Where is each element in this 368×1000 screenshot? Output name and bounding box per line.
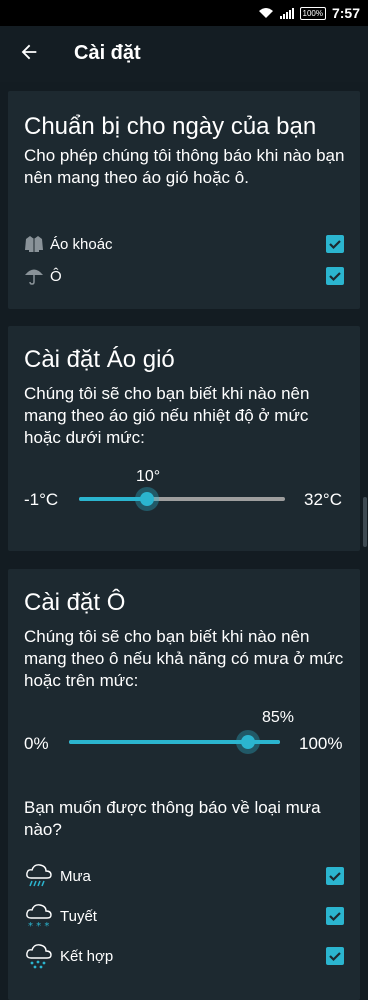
jacket-icon — [25, 236, 43, 252]
temperature-slider-fill — [79, 497, 147, 501]
mixed-checkbox[interactable] — [326, 947, 344, 965]
umbrella-checkbox[interactable] — [326, 267, 344, 285]
status-time: 7:57 — [331, 5, 360, 21]
page-title: Cài đặt — [74, 42, 141, 64]
temperature-slider-max: 32°C — [304, 490, 342, 509]
list-item-mixed[interactable]: Kết hợp — [24, 939, 344, 973]
status-bar: 100% 7:57 — [0, 0, 368, 26]
jacket-settings-title: Cài đặt Áo gió — [24, 346, 175, 373]
scrollbar[interactable] — [363, 497, 367, 547]
umbrella-settings-card: Cài đặt Ô Chúng tôi sẽ cho bạn biết khi … — [8, 569, 360, 1000]
app-bar: Cài đặt — [0, 26, 368, 82]
signal-icon — [279, 7, 294, 19]
umbrella-label: Ô — [50, 267, 62, 285]
rain-label: Mưa — [60, 867, 91, 885]
umbrella-settings-title: Cài đặt Ô — [24, 589, 126, 616]
precipitation-question: Bạn muốn được thông báo về loại mưa nào? — [24, 798, 321, 839]
rain-chance-slider-max: 100% — [299, 734, 343, 753]
prepare-card-description: Cho phép chúng tôi thông báo khi nào bạn… — [24, 146, 345, 187]
jacket-settings-description: Chúng tôi sẽ cho bạn biết khi nào nên ma… — [24, 384, 310, 447]
umbrella-settings-description: Chúng tôi sẽ cho bạn biết khi nào nên ma… — [24, 627, 344, 690]
rain-cloud-icon — [26, 864, 52, 887]
list-item-rain[interactable]: Mưa — [24, 859, 344, 893]
temperature-slider-min: -1°C — [24, 490, 59, 509]
mixed-cloud-icon — [26, 944, 52, 969]
mixed-label: Kết hợp — [60, 947, 114, 965]
prepare-card-title: Chuẩn bị cho ngày của bạn — [24, 113, 317, 140]
rain-chance-slider-value: 85% — [262, 709, 295, 726]
rain-chance-slider-thumb[interactable] — [241, 735, 255, 749]
jacket-checkbox[interactable] — [326, 235, 344, 253]
list-item-snow[interactable]: * * * Tuyết — [24, 899, 344, 933]
svg-text:* * *: * * * — [28, 921, 49, 931]
snow-checkbox[interactable] — [326, 907, 344, 925]
wifi-icon — [258, 8, 273, 18]
arrow-back-icon[interactable] — [18, 41, 40, 63]
list-item-umbrella[interactable]: Ô — [24, 261, 344, 291]
snow-label: Tuyết — [60, 907, 97, 925]
snow-cloud-icon: * * * — [26, 904, 52, 931]
rain-chance-slider-min: 0% — [24, 734, 49, 753]
list-item-jacket[interactable]: Áo khoác — [24, 229, 344, 259]
rain-chance-slider[interactable]: 85% 0% 100% — [24, 707, 344, 767]
rain-checkbox[interactable] — [326, 867, 344, 885]
battery-icon: 100% — [299, 6, 326, 20]
umbrella-icon — [25, 269, 43, 285]
jacket-settings-card: Cài đặt Áo gió Chúng tôi sẽ cho bạn biết… — [8, 326, 360, 551]
temperature-slider[interactable]: 10° -1°C 32°C — [24, 466, 344, 526]
rain-chance-slider-fill — [69, 740, 248, 744]
jacket-label: Áo khoác — [50, 235, 113, 253]
prepare-card: Chuẩn bị cho ngày của bạn Cho phép chúng… — [8, 91, 360, 309]
temperature-slider-thumb[interactable] — [140, 492, 154, 506]
temperature-slider-value: 10° — [136, 468, 161, 485]
